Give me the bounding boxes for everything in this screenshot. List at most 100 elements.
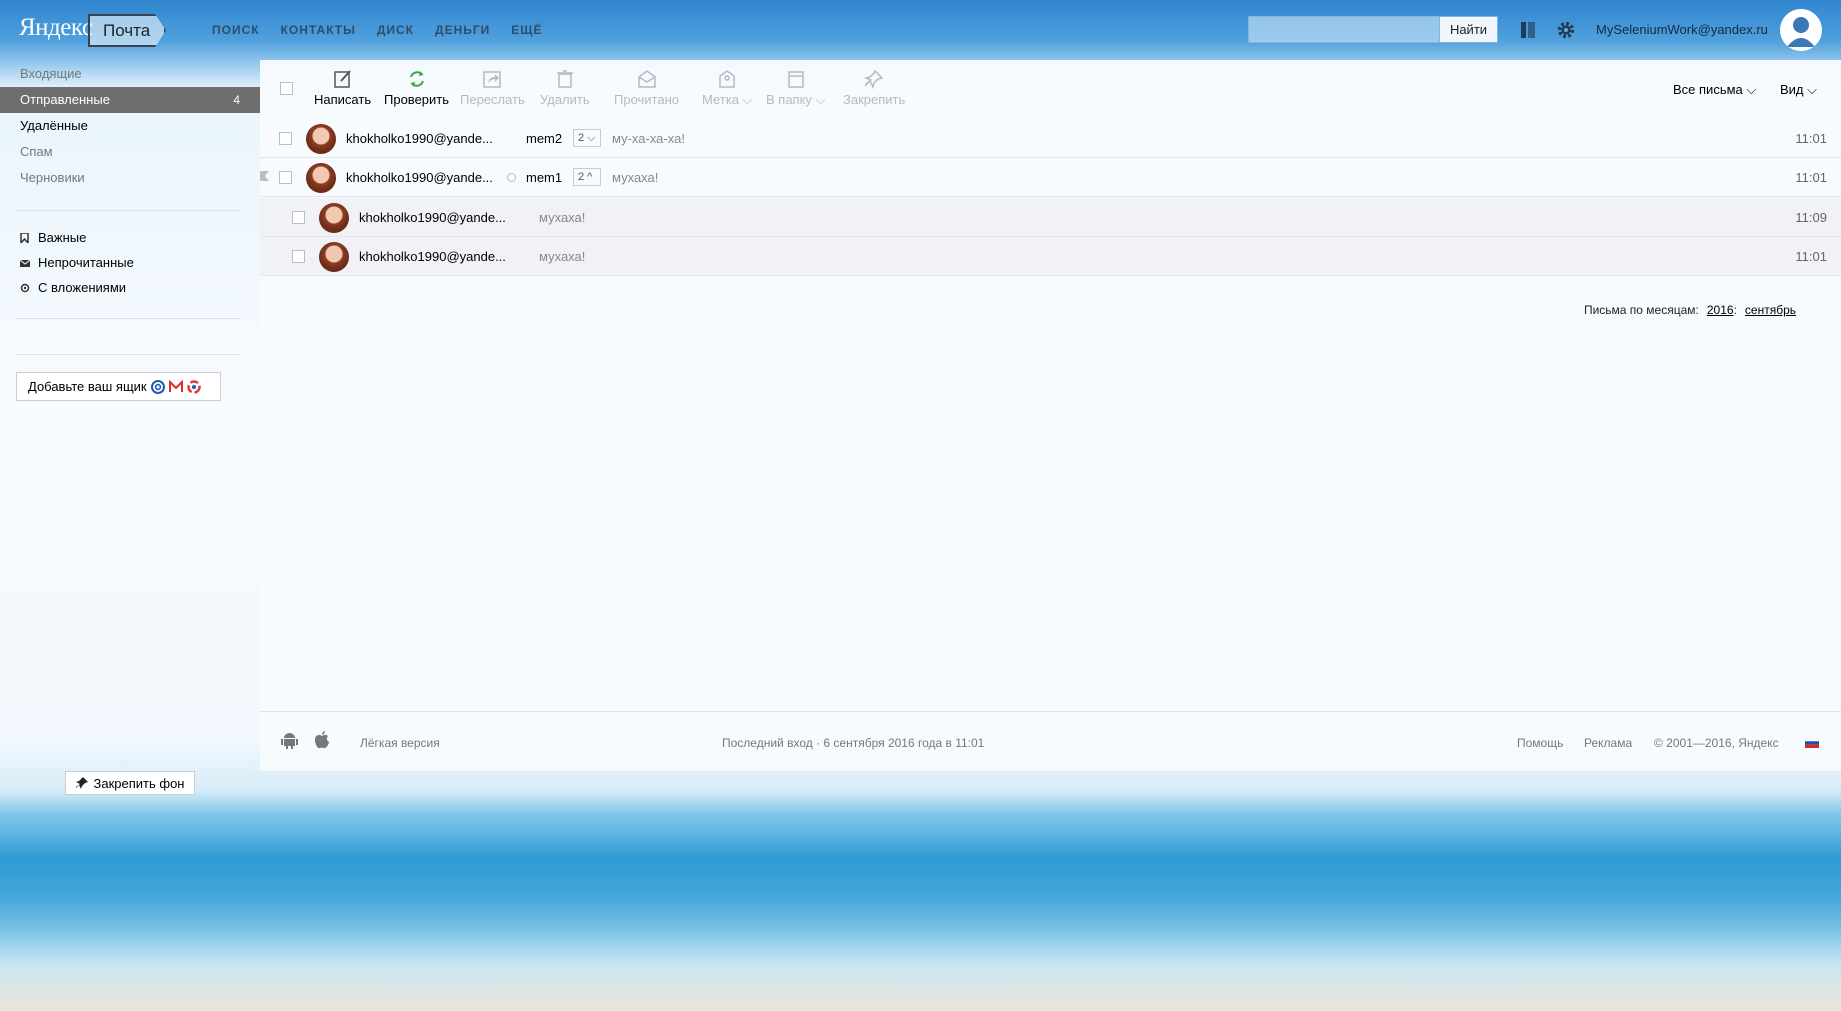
nav-disk[interactable]: ДИСК	[377, 23, 414, 37]
chevron-down-icon: ⌵	[738, 92, 753, 107]
sender-avatar	[306, 124, 336, 154]
label-important[interactable]: Важные	[20, 228, 86, 248]
filter-label: Все письма	[1673, 82, 1743, 97]
nav-money[interactable]: ДЕНЬГИ	[435, 23, 490, 37]
pin-message-button[interactable]: Закрепить	[843, 69, 905, 107]
mail-service-button[interactable]: Почта	[88, 14, 166, 47]
folder-drafts[interactable]: Черновики	[0, 165, 260, 191]
message-from: khokholko1990@yande...	[346, 131, 493, 146]
month-year-link[interactable]: 2016	[1707, 303, 1734, 317]
folder-label: Черновики	[20, 170, 85, 185]
help-link[interactable]: Помощь	[1517, 736, 1563, 750]
yandex-logo[interactable]: Яндекс	[19, 14, 93, 42]
select-all-checkbox[interactable]	[280, 82, 293, 95]
months-archive: Письма по месяцам: 2016: сентябрь	[1584, 303, 1796, 317]
message-snippet: му-ха-ха-ха!	[612, 131, 685, 146]
message-row[interactable]: khokholko1990@yande... mem1 2 ^ мухаха! …	[260, 158, 1841, 197]
compose-label: Написать	[314, 92, 372, 107]
mailru-at-icon	[150, 379, 165, 394]
message-checkbox[interactable]	[279, 132, 292, 145]
message-snippet: мухаха!	[539, 249, 586, 264]
folder-label: Отправленные	[20, 92, 110, 107]
search-button[interactable]: Найти	[1439, 16, 1498, 43]
divider	[16, 210, 241, 211]
folder-label: Спам	[20, 144, 53, 159]
delete-label: Удалить	[540, 92, 590, 107]
user-email[interactable]: MySeleniumWork@yandex.ru	[1596, 22, 1768, 37]
message-time: 11:01	[1795, 249, 1827, 264]
top-header: Яндекс Почта ПОИСК КОНТАКТЫ ДИСК ДЕНЬГИ …	[0, 0, 1841, 60]
gmail-icon	[168, 379, 183, 392]
label-button-label: Метка	[702, 92, 739, 107]
refresh-icon	[409, 71, 424, 87]
mark-read-label: Прочитано	[614, 92, 679, 107]
pin-message-label: Закрепить	[843, 92, 906, 107]
move-to-folder-label: В папку	[766, 92, 812, 107]
nav-contacts[interactable]: КОНТАКТЫ	[281, 23, 356, 37]
footer: Лёгкая версия Последний вход · 6 сентябр…	[260, 711, 1841, 771]
month-link[interactable]: сентябрь	[1745, 303, 1796, 317]
sender-avatar	[319, 242, 349, 272]
lite-version-link[interactable]: Лёгкая версия	[360, 736, 440, 750]
folder-deleted[interactable]: Удалённые	[0, 113, 260, 139]
chevron-down-icon: ⌵	[1803, 82, 1817, 97]
check-mail-label: Проверить	[384, 92, 450, 107]
label-text: Важные	[38, 230, 87, 245]
trash-icon	[556, 70, 573, 88]
message-from: khokholko1990@yande...	[359, 210, 506, 225]
pin-background-button[interactable]: Закрепить фон	[65, 771, 195, 795]
ads-link[interactable]: Реклама	[1584, 736, 1632, 750]
move-to-folder-button[interactable]: В папку ⌵	[766, 69, 825, 108]
thread-message-row[interactable]: khokholko1990@yande... мухаха! 11:09	[260, 198, 1841, 237]
folder-sent[interactable]: Отправленные 4	[0, 87, 260, 113]
message-checkbox[interactable]	[279, 171, 292, 184]
chevron-down-icon: ⌵	[811, 92, 826, 107]
thread-count-toggle[interactable]: 2 ^	[573, 168, 601, 186]
android-icon[interactable]	[281, 731, 298, 749]
message-time: 11:01	[1795, 131, 1827, 146]
user-avatar[interactable]	[1780, 9, 1822, 51]
message-checkbox[interactable]	[292, 250, 305, 263]
nav-more[interactable]: ЕЩЁ	[511, 23, 542, 37]
message-from: khokholko1990@yande...	[359, 249, 506, 264]
read-status-toggle[interactable]	[507, 173, 516, 182]
delete-button[interactable]: Удалить	[540, 69, 590, 107]
mark-read-button[interactable]: Прочитано	[614, 69, 679, 107]
message-time: 11:09	[1795, 210, 1827, 225]
label-unread[interactable]: Непрочитанные	[20, 253, 134, 273]
divider	[16, 318, 241, 319]
filter-dropdown[interactable]: Все письма ⌵	[1673, 82, 1756, 98]
compose-button[interactable]: Написать	[314, 69, 371, 107]
settings-gear-icon[interactable]	[1556, 19, 1576, 41]
forward-button[interactable]: Переслать	[460, 69, 525, 107]
view-label: Вид	[1780, 82, 1804, 97]
folder-inbox[interactable]: Входящие	[0, 61, 260, 87]
folder-spam[interactable]: Спам	[0, 139, 260, 165]
chevron-up-icon: ^	[584, 171, 593, 183]
pin-icon	[75, 777, 88, 789]
add-mailbox-button[interactable]: Добавьте ваш ящик	[16, 372, 221, 401]
mail-search-input[interactable]	[1248, 16, 1440, 43]
message-row[interactable]: khokholko1990@yande... mem2 2 ⌵ му-ха-ха…	[260, 119, 1841, 158]
check-mail-button[interactable]: Проверить	[384, 69, 449, 107]
folder-label: Входящие	[20, 66, 82, 81]
label-button[interactable]: Метка ⌵	[702, 69, 752, 108]
thread-marker-icon	[260, 171, 269, 181]
folder-label: Удалённые	[20, 118, 88, 133]
view-dropdown[interactable]: Вид ⌵	[1780, 82, 1817, 98]
thread-count-toggle[interactable]: 2 ⌵	[573, 129, 601, 147]
chevron-down-icon: ⌵	[584, 132, 596, 144]
divider	[16, 354, 241, 355]
russia-flag-icon[interactable]	[1805, 738, 1819, 748]
thread-message-row[interactable]: khokholko1990@yande... мухаха! 11:01	[260, 237, 1841, 276]
message-subject: mem1	[526, 170, 563, 185]
apple-icon[interactable]	[314, 730, 330, 749]
label-attachments[interactable]: С вложениями	[20, 278, 126, 298]
sidebar: Входящие Отправленные 4 Удалённые Спам Ч…	[0, 60, 260, 795]
months-label: Письма по месяцам:	[1583, 303, 1699, 317]
nav-search[interactable]: ПОИСК	[212, 23, 260, 37]
themes-icon[interactable]	[1518, 19, 1538, 41]
open-envelope-icon	[637, 70, 656, 88]
message-checkbox[interactable]	[292, 211, 305, 224]
last-login-info: Последний вход · 6 сентября 2016 года в …	[722, 736, 985, 750]
